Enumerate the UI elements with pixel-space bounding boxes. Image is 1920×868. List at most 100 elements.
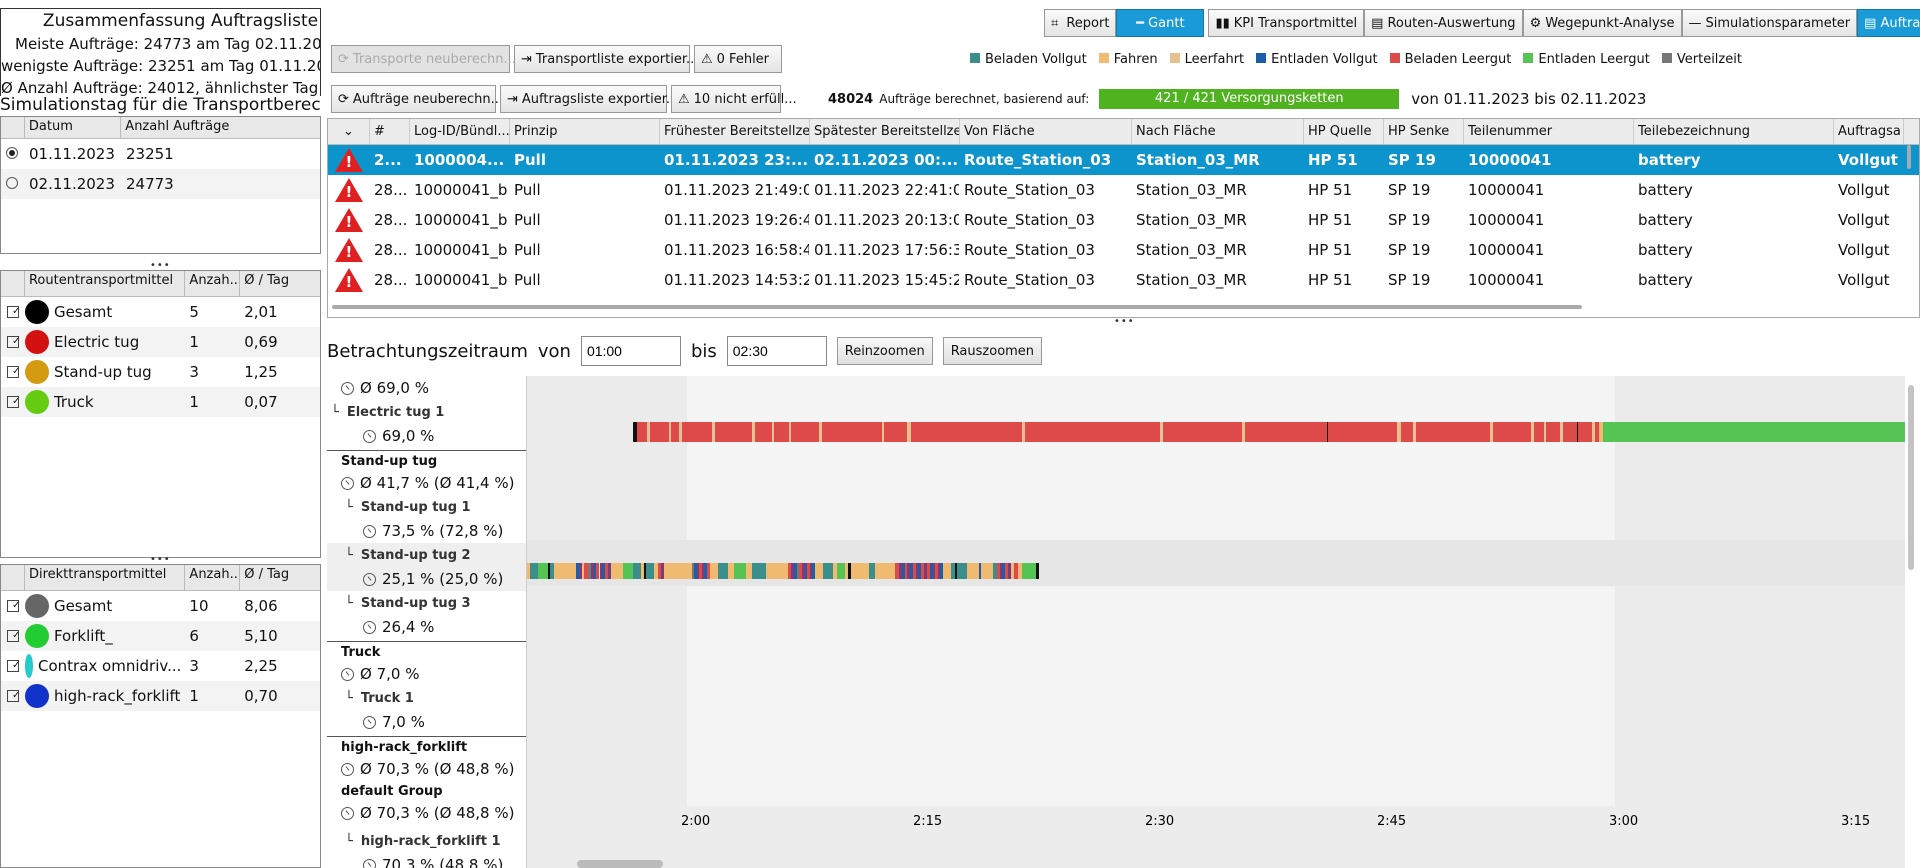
- gantt-segment[interactable]: [938, 563, 940, 579]
- gantt-segment[interactable]: [924, 563, 927, 579]
- gantt-segment[interactable]: [704, 563, 707, 579]
- gantt-segment[interactable]: [1002, 563, 1005, 579]
- gantt-segment[interactable]: [548, 563, 550, 579]
- gantt-segment[interactable]: [807, 563, 810, 579]
- gantt-segment[interactable]: [602, 563, 605, 579]
- gantt-segment[interactable]: [819, 422, 822, 442]
- checkbox[interactable]: ✓: [7, 600, 19, 612]
- group-truck[interactable]: Truck: [327, 642, 526, 662]
- gantt-segment[interactable]: [692, 563, 694, 579]
- split-handle[interactable]: •••: [150, 261, 170, 271]
- gantt-segment[interactable]: [697, 563, 699, 579]
- route-col-count[interactable]: Anzah...: [185, 271, 241, 296]
- orders-col-header[interactable]: Spätester Bereitstellzei...: [810, 119, 960, 144]
- orders-col-header[interactable]: #: [370, 119, 410, 144]
- gantt-segment[interactable]: [654, 563, 658, 579]
- gantt-segment[interactable]: [644, 563, 646, 579]
- gantt-segment[interactable]: [550, 563, 554, 579]
- direct-transport-row[interactable]: ✓ Forklift_ 6 5,10: [1, 621, 320, 651]
- gantt-segment[interactable]: [746, 563, 752, 579]
- gantt-segment[interactable]: [802, 563, 805, 579]
- gantt-segment[interactable]: [594, 563, 596, 579]
- tab-kpi[interactable]: ▮▮ KPI Transportmittel: [1208, 9, 1365, 37]
- direct-transport-row[interactable]: ✓ high-rack_forklift 1 0,70: [1, 681, 320, 711]
- gantt-segment[interactable]: [907, 563, 910, 579]
- route-col-name[interactable]: Routentransportmittel: [25, 271, 186, 296]
- gantt-segment[interactable]: [582, 563, 584, 579]
- gantt-segment[interactable]: [611, 563, 623, 579]
- checkbox[interactable]: ✓: [7, 660, 19, 672]
- gantt-segment[interactable]: [997, 563, 1000, 579]
- gantt-segment[interactable]: [584, 563, 588, 579]
- to-time-input[interactable]: [726, 336, 827, 366]
- zoom-in-button[interactable]: Reinzoomen: [836, 337, 933, 365]
- gantt-segment[interactable]: [702, 563, 704, 579]
- gantt-h-scrollbar[interactable]: [577, 860, 663, 868]
- gantt-segment[interactable]: [1018, 563, 1022, 579]
- gantt-segment[interactable]: [927, 563, 930, 579]
- checkbox[interactable]: ✓: [7, 366, 19, 378]
- checkbox[interactable]: ✓: [7, 396, 19, 408]
- orders-col-header[interactable]: Prinzip: [510, 119, 660, 144]
- gantt-segment[interactable]: [728, 563, 734, 579]
- orders-col-header[interactable]: Teilebezeichnung: [1634, 119, 1834, 144]
- gantt-segment[interactable]: [658, 563, 661, 579]
- gantt-segment[interactable]: [596, 563, 599, 579]
- checkbox[interactable]: ✓: [7, 630, 19, 642]
- gantt-segment[interactable]: [791, 563, 794, 579]
- gantt-segment[interactable]: [699, 563, 702, 579]
- gantt-segment[interactable]: [1413, 422, 1416, 442]
- gantt-segment[interactable]: [647, 422, 650, 442]
- route-transport-row[interactable]: ✓ Truck 1 0,07: [1, 387, 320, 417]
- direct-col-avg[interactable]: Ø / Tag: [240, 565, 320, 590]
- gantt-segment[interactable]: [918, 563, 921, 579]
- gantt-chart[interactable]: 2:00 2:15 2:30 2:45 3:00 3:15: [527, 376, 1905, 868]
- group-default[interactable]: default Group: [327, 781, 526, 801]
- order-row[interactable]: 28... 10000041_b... Pull 01.11.2023 19:26:4…: [328, 205, 1919, 235]
- resource-truck-1[interactable]: └ Truck 1: [327, 686, 526, 710]
- gantt-segment[interactable]: [981, 563, 993, 579]
- gantt-segment[interactable]: [752, 563, 766, 579]
- route-transport-row[interactable]: ✓ Gesamt 5 2,01: [1, 297, 320, 327]
- gantt-segment[interactable]: [902, 563, 905, 579]
- gantt-segment[interactable]: [664, 563, 692, 579]
- gantt-segment[interactable]: [913, 563, 916, 579]
- days-col-date[interactable]: Datum: [25, 117, 122, 138]
- recalc-transports-button[interactable]: ⟳ Transporte neuberechn...: [331, 45, 516, 73]
- route-col-avg[interactable]: Ø / Tag: [240, 271, 320, 296]
- gantt-segment[interactable]: [752, 422, 755, 442]
- gantt-segment[interactable]: [734, 563, 746, 579]
- gantt-segment[interactable]: [957, 563, 967, 579]
- gantt-segment[interactable]: [766, 563, 770, 579]
- checkbox[interactable]: ✓: [7, 306, 19, 318]
- gantt-segment[interactable]: [940, 563, 943, 579]
- gantt-segment[interactable]: [608, 563, 611, 579]
- orders-col-header[interactable]: HP Senke: [1384, 119, 1464, 144]
- direct-transport-row[interactable]: ✓ Contrax omnidriv... 3 2,25: [1, 651, 320, 681]
- gantt-segment[interactable]: [869, 563, 875, 579]
- gantt-segment[interactable]: [788, 563, 791, 579]
- group-high-rack-forklift[interactable]: high-rack_forklift: [327, 737, 526, 757]
- gantt-segment[interactable]: [833, 563, 837, 579]
- gantt-segment[interactable]: [812, 563, 815, 579]
- direct-col-count[interactable]: Anzah...: [185, 565, 241, 590]
- gantt-segment[interactable]: [848, 563, 851, 579]
- order-row[interactable]: 28... 10000041_b... Pull 01.11.2023 14:53:2…: [328, 265, 1919, 295]
- resource-electric-tug-1[interactable]: └ Electric tug 1: [327, 400, 526, 424]
- gantt-segment[interactable]: [1397, 422, 1401, 442]
- resource-standup-2[interactable]: └ Stand-up tug 2: [327, 543, 526, 567]
- gantt-segment[interactable]: [799, 563, 802, 579]
- day-row[interactable]: 02.11.2023 24773: [1, 169, 320, 199]
- orders-col-header[interactable]: Log-ID/Bündl...: [410, 119, 510, 144]
- tab-wegepunkt[interactable]: ⚙ Wegepunkt-Analyse: [1522, 9, 1682, 37]
- gantt-segment[interactable]: [1544, 422, 1546, 442]
- gantt-segment[interactable]: [718, 563, 728, 579]
- gantt-segment[interactable]: [907, 422, 911, 442]
- gantt-segment[interactable]: [710, 563, 718, 579]
- gantt-segment[interactable]: [1036, 563, 1039, 579]
- gantt-segment[interactable]: [1560, 422, 1563, 442]
- orders-col-header[interactable]: Von Fläche: [960, 119, 1132, 144]
- gantt-segment[interactable]: [772, 422, 774, 442]
- gantt-segment[interactable]: [679, 422, 682, 442]
- gantt-segment[interactable]: [1014, 563, 1018, 579]
